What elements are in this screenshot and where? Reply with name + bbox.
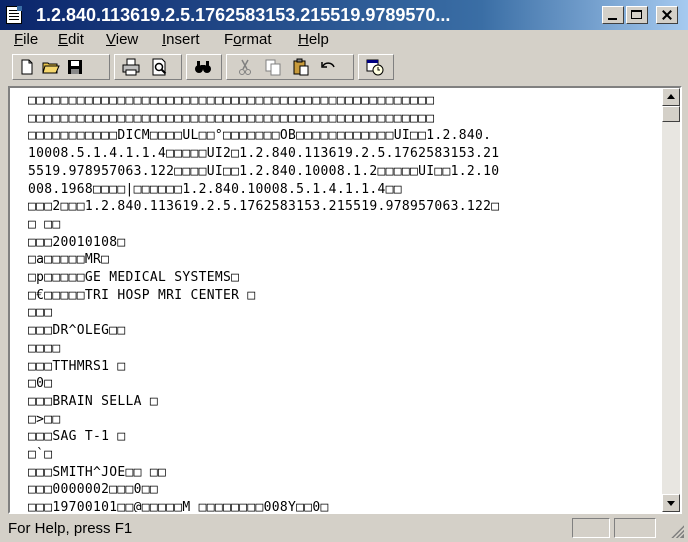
document-line: □□□ <box>28 305 53 321</box>
find-icon <box>195 61 211 73</box>
menu-view[interactable]: View <box>104 31 140 48</box>
status-panel-1 <box>572 518 610 538</box>
undo-button[interactable] <box>319 57 341 77</box>
cut-icon <box>239 59 251 75</box>
document-line: □□□TTHMRS1 □ <box>28 358 126 374</box>
toolbar-group-file <box>12 54 110 80</box>
window-title: 1.2.840.113619.2.5.1762583153.215519.978… <box>36 5 451 25</box>
document-line: □a□□□□□MR□ <box>28 252 110 268</box>
open-icon <box>42 62 60 74</box>
document-line: □□□20010108□ <box>28 234 126 250</box>
document-area: □□□□□□□□□□□□□□□□□□□□□□□□□□□□□□□□□□□□□□□□… <box>8 86 682 514</box>
print-button[interactable] <box>121 57 143 77</box>
document-line: □□□SAG T-1 □ <box>28 429 126 445</box>
toolbar-group-insert <box>358 54 394 80</box>
document-line: 10008.5.1.4.1.1.4□□□□□UI2□1.2.840.113619… <box>28 146 500 162</box>
scroll-down-button[interactable] <box>662 494 680 512</box>
save-button[interactable] <box>65 57 87 77</box>
print-preview-icon <box>152 58 167 76</box>
document-app-icon[interactable] <box>6 6 22 24</box>
menu-insert[interactable]: Insert <box>160 31 202 48</box>
close-button[interactable] <box>656 6 678 24</box>
document-line: □p□□□□□GE MEDICAL SYSTEMS□ <box>28 270 240 286</box>
document-line: □ □□ <box>28 216 61 232</box>
document-line: 5519.978957063.122□□□□UI□□1.2.840.10008.… <box>28 163 500 179</box>
title-bar[interactable]: 1.2.840.113619.2.5.1762583153.215519.978… <box>0 0 688 30</box>
scroll-up-button[interactable] <box>662 88 680 106</box>
date-time-button[interactable] <box>365 57 387 77</box>
cut-button[interactable] <box>235 57 257 77</box>
text-editor[interactable]: □□□□□□□□□□□□□□□□□□□□□□□□□□□□□□□□□□□□□□□□… <box>10 88 662 512</box>
document-line: □□□BRAIN SELLA □ <box>28 393 159 409</box>
status-panel-2 <box>614 518 656 538</box>
paste-button[interactable] <box>291 57 313 77</box>
copy-icon <box>265 59 281 76</box>
document-line: □□□□□□□□□□□□□□□□□□□□□□□□□□□□□□□□□□□□□□□□… <box>28 110 435 126</box>
toolbar-group-print <box>114 54 182 80</box>
document-line: □□□□□□□□□□□DICM□□□□UL□□°□□□□□□□OB□□□□□□□… <box>28 128 492 144</box>
vertical-scrollbar[interactable] <box>662 88 680 512</box>
document-line: □□□□□□□□□□□□□□□□□□□□□□□□□□□□□□□□□□□□□□□□… <box>28 93 435 108</box>
undo-icon <box>321 62 335 68</box>
document-line: □□□2□□□1.2.840.113619.2.5.1762583153.215… <box>28 199 500 215</box>
menu-format[interactable]: Format <box>222 31 274 48</box>
document-line: 008.1968□□□□|□□□□□□1.2.840.10008.5.1.4.1… <box>28 181 402 197</box>
document-line: □□□SMITH^JOE□□ □□ <box>28 464 167 480</box>
paste-icon <box>293 58 309 76</box>
document-text: □□□□□□□□□□□□□□□□□□□□□□□□□□□□□□□□□□□□□□□□… <box>28 92 499 512</box>
toolbar-group-find <box>186 54 222 80</box>
copy-button[interactable] <box>263 57 285 77</box>
date-time-icon <box>366 59 384 76</box>
print-preview-button[interactable] <box>149 57 171 77</box>
document-line: □□□DR^OLEG□□ <box>28 323 126 339</box>
new-icon <box>21 59 33 75</box>
print-icon <box>122 58 140 76</box>
resize-grip[interactable] <box>670 524 684 538</box>
maximize-button[interactable] <box>626 6 648 24</box>
document-line: □>□□ <box>28 411 61 427</box>
menu-file[interactable]: File <box>12 31 40 48</box>
open-button[interactable] <box>41 57 63 77</box>
document-line: □0□ <box>28 376 53 392</box>
document-line: □□□□ <box>28 340 61 356</box>
save-icon <box>68 60 82 74</box>
document-line: □□□19700101□□@□□□□□M □□□□□□□□008Y□□0□ <box>28 500 329 512</box>
wordpad-window: 1.2.840.113619.2.5.1762583153.215519.978… <box>0 0 688 542</box>
menu-edit[interactable]: Edit <box>56 31 86 48</box>
scroll-thumb[interactable] <box>662 106 680 122</box>
new-button[interactable] <box>17 57 39 77</box>
document-line: □□□0000002□□□0□□ <box>28 482 159 498</box>
minimize-button[interactable] <box>602 6 624 24</box>
status-bar: For Help, press F1 <box>0 516 688 542</box>
document-line: □`□ <box>28 447 53 463</box>
menu-help[interactable]: Help <box>296 31 331 48</box>
menu-bar: File Edit View Insert Format Help <box>0 30 688 50</box>
document-line: □€□□□□□TRI HOSP MRI CENTER □ <box>28 287 256 303</box>
find-button[interactable] <box>193 57 215 77</box>
status-text: For Help, press F1 <box>8 520 133 537</box>
toolbar-group-edit <box>226 54 354 80</box>
